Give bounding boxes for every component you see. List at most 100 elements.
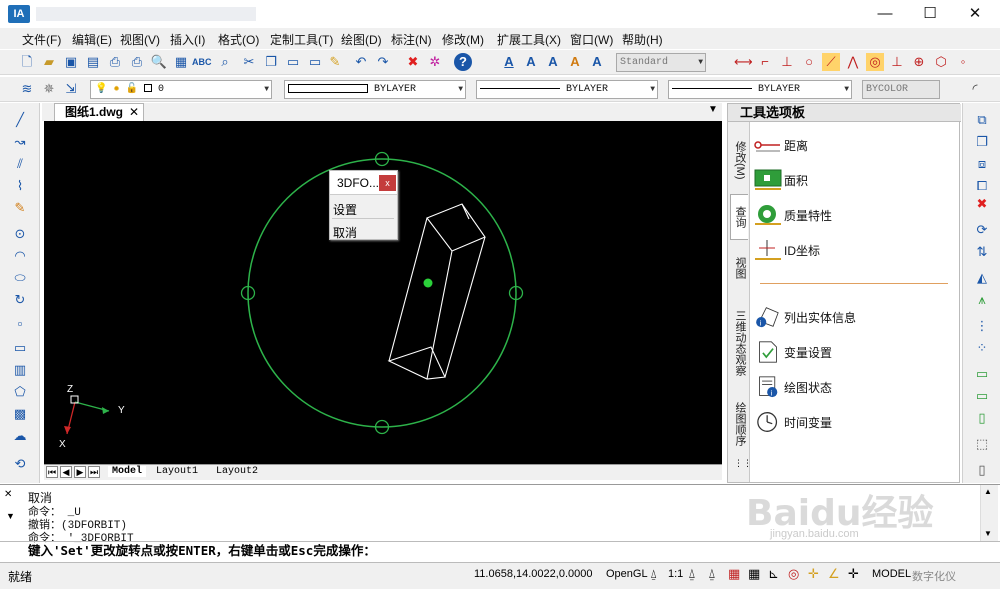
scale-icon[interactable]: ⋮ [973,317,991,335]
minimize-button[interactable]: — [862,0,908,28]
dim-angular-icon[interactable]: ⋀ [844,53,862,71]
menu-item-settings[interactable]: 设置 [333,201,357,218]
osnap-icon[interactable]: ✛ [808,566,819,582]
move-icon[interactable]: ⇅ [973,243,991,261]
delete-icon[interactable]: ✖ [404,53,422,71]
menu-extend-tools[interactable]: 扩展工具(X) [497,31,561,48]
explode-icon[interactable]: ▯ [973,461,991,479]
maximize-button[interactable]: ☐ [907,0,953,28]
undo-icon[interactable]: ↶ [352,53,370,71]
copy-icon[interactable]: ❐ [262,53,280,71]
paste-special-icon[interactable]: ▭ [306,53,324,71]
purge-icon[interactable]: ✲ [426,53,444,71]
copy-object-icon[interactable]: ❐ [973,133,991,151]
menu-draw[interactable]: 绘图(D) [341,31,382,48]
dim-continue-icon[interactable]: ⊕ [910,53,928,71]
polar-icon[interactable]: ◎ [788,566,799,582]
dim-radius-icon[interactable]: ○ [800,53,818,71]
tool-distance[interactable]: 距离 [752,130,952,160]
first-layout-icon[interactable]: ⏮ [46,466,58,478]
multiline-text-icon[interactable]: A [522,53,540,71]
tool-list-entity[interactable]: i 列出实体信息 [752,302,952,332]
menu-window[interactable]: 窗口(W) [570,31,613,48]
text-style-select[interactable]: Standard ▼ [616,53,706,72]
menu-insert[interactable]: 插入(I) [170,31,205,48]
find-text-icon[interactable]: A [588,53,606,71]
dim-edit-icon[interactable]: ◦ [954,53,972,71]
document-tab[interactable]: 图纸1.dwg ✕ [54,103,144,121]
grid-icon[interactable]: ▦ [748,566,760,582]
snap-icon[interactable]: ▦ [728,566,740,582]
menu-custom-tools[interactable]: 定制工具(T) [270,31,333,48]
tab-modify[interactable]: 修改(M) [730,130,748,190]
array-icon[interactable]: ⩚ [973,291,991,309]
redo-icon[interactable]: ↷ [374,53,392,71]
cut-icon[interactable]: ✂ [240,53,258,71]
autoscale-icon[interactable]: ⍙ [708,566,716,582]
expand-icon[interactable]: ⋮⋮ [734,458,752,469]
tool-id-point[interactable]: ID坐标 [752,235,952,265]
plot-style-select[interactable]: BYCOLOR [862,80,940,99]
edit-text-icon[interactable]: A [566,53,584,71]
open-folder-icon[interactable]: ▰ [40,53,58,71]
tool-time-variable[interactable]: 时间变量 [752,407,952,437]
tab-layout2[interactable]: Layout2 [216,466,258,477]
mirror-triangle-icon[interactable]: ◭ [973,269,991,287]
ellipse-arc-icon[interactable]: ↻ [11,291,29,309]
menu-item-cancel[interactable]: 取消 [333,224,357,241]
publish-icon[interactable]: ▦ [172,53,190,71]
stretch-icon[interactable]: ⁘ [973,339,991,357]
offset-icon[interactable]: ⧠ [973,177,991,195]
print-preview-icon[interactable]: 🔍 [150,53,168,71]
hatch-icon[interactable]: ▥ [11,361,29,379]
mirror-icon[interactable]: ⧈ [973,155,991,173]
help-icon[interactable]: ? [454,53,472,71]
polygon-icon[interactable]: ⬠ [11,383,29,401]
menu-dimension[interactable]: 标注(N) [391,31,432,48]
save-all-icon[interactable]: ▤ [84,53,102,71]
find-icon[interactable]: ⌕ [216,53,234,71]
erase-icon[interactable]: ✖ [973,195,991,213]
layer-select[interactable]: 💡 ✹ 🔓 0 ▼ [90,80,272,99]
match-properties-icon[interactable]: ✎ [326,53,344,71]
annotation-visibility-icon[interactable]: ⍙ [688,566,696,582]
cmd-expand-icon[interactable]: ▼ [6,511,15,521]
tab-3d-orbit[interactable]: 三维动态观察 [730,298,748,388]
multiline-icon[interactable]: ⫽ [11,155,29,173]
linetype-select[interactable]: BYLAYER ▼ [476,80,658,99]
menu-modify[interactable]: 修改(M) [442,31,484,48]
trim-icon[interactable]: ▭ [973,365,991,383]
dim-baseline-icon[interactable]: ⊥ [888,53,906,71]
opengl-label[interactable]: OpenGL [606,568,648,580]
erase-object-icon[interactable]: ⧉ [973,111,991,129]
tool-drawing-status[interactable]: i 绘图状态 [752,372,952,402]
line-icon[interactable]: ╱ [11,111,29,129]
next-layout-icon[interactable]: ▶ [74,466,86,478]
cmd-close-icon[interactable]: ✕ [4,489,12,500]
close-window-button[interactable]: ✕ [952,0,998,28]
spell-check-icon[interactable]: ABC [192,53,212,71]
break-icon[interactable]: ▯ [973,409,991,427]
dim-diameter-icon[interactable]: ⟋ [822,53,840,71]
save-icon[interactable]: ▣ [62,53,80,71]
tool-variable-settings[interactable]: 变量设置 [752,337,952,367]
tool-mass-properties[interactable]: 质量特性 [752,200,952,230]
layer-manager-icon[interactable]: ≋ [18,80,36,98]
color-select[interactable]: BYLAYER ▼ [284,80,466,99]
last-layout-icon[interactable]: ⏭ [88,466,100,478]
command-prompt[interactable]: 键入'Set'更改旋转点或按ENTER，右键单击或Esc完成操作： [28,540,376,559]
print-icon[interactable]: ⎙ [106,53,124,71]
dim-ordinate-icon[interactable]: ⊥ [778,53,796,71]
arc-draw-icon[interactable]: ◠ [11,247,29,265]
tab-layout1[interactable]: Layout1 [156,466,198,477]
tool-area[interactable]: 面积 [752,165,952,195]
menu-view[interactable]: 视图(V) [120,31,160,48]
close-tab-icon[interactable]: ✕ [129,104,139,120]
lineweight-select[interactable]: BYLAYER ▼ [668,80,852,99]
menu-file[interactable]: 文件(F) [22,31,61,48]
scroll-up-icon[interactable]: ▲ [984,487,992,496]
rotate-icon[interactable]: ⟳ [973,221,991,239]
model-space-label[interactable]: MODEL [872,568,911,580]
ellipse-icon[interactable]: ⬭ [11,269,29,287]
sketch-icon[interactable]: ✎ [11,199,29,217]
